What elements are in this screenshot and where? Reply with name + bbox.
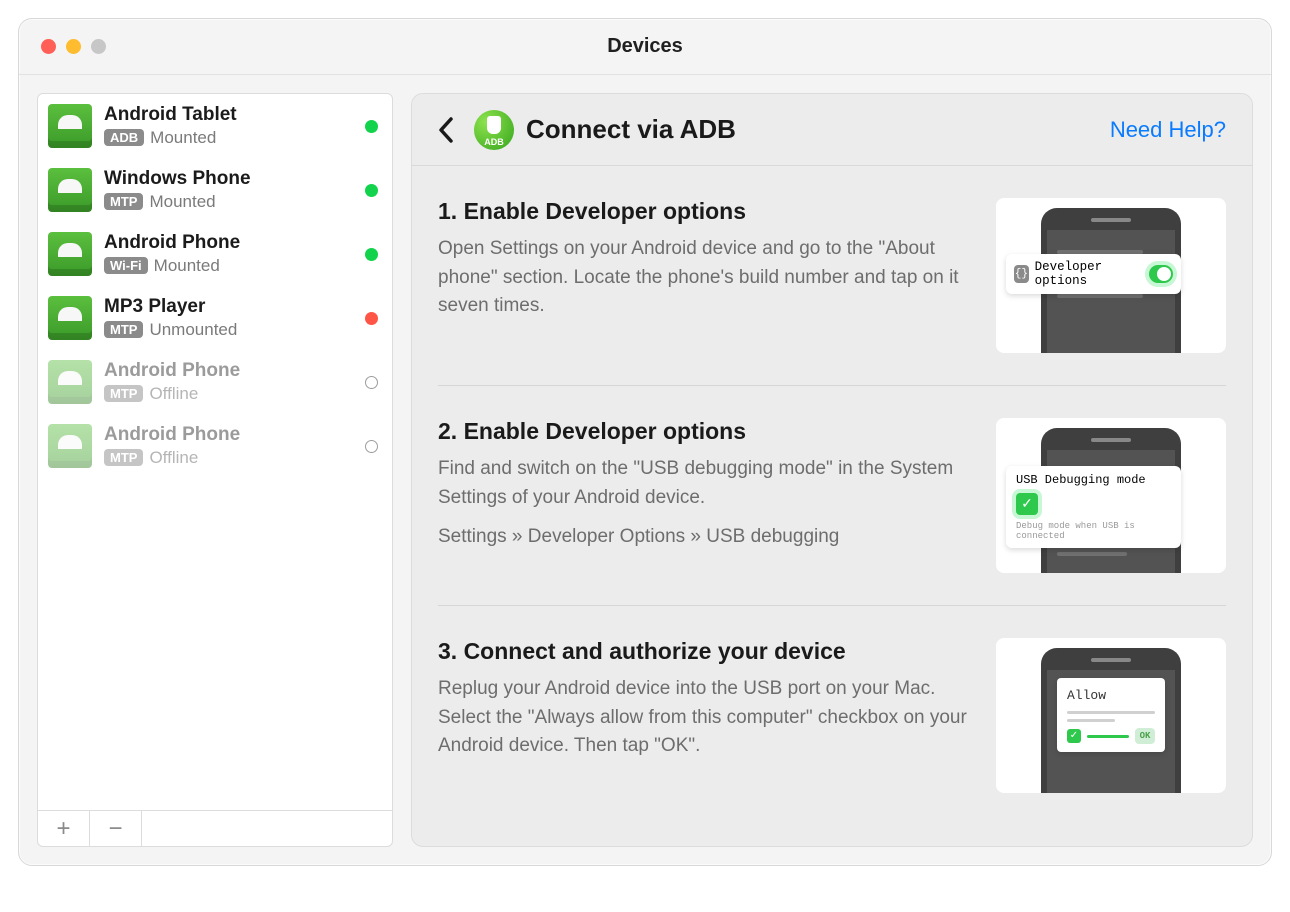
checkbox-icon: ✓ — [1067, 729, 1081, 743]
device-status: Unmounted — [149, 320, 237, 340]
device-list: Android TabletADBMountedWindows PhoneMTP… — [38, 94, 392, 810]
device-status: Offline — [149, 384, 198, 404]
chip-label: Developer options — [1035, 260, 1139, 288]
status-dot-icon — [365, 184, 378, 197]
content: Android TabletADBMountedWindows PhoneMTP… — [19, 75, 1271, 865]
step-text: 3. Connect and authorize your device Repl… — [438, 638, 968, 793]
device-icon — [48, 360, 92, 404]
device-item[interactable]: Android Phone Wi-Fi Mounted — [38, 222, 392, 286]
device-status: Mounted — [149, 192, 215, 212]
device-status: Mounted — [150, 128, 216, 148]
device-meta: MTP Unmounted — [104, 320, 353, 340]
main-header: ADB Connect via ADB Need Help? — [412, 94, 1252, 166]
illustration-phone: Allow ✓ OK — [1041, 648, 1181, 793]
device-meta: MTP Mounted — [104, 192, 353, 212]
step-body: Open Settings on your Android device and… — [438, 235, 968, 321]
step-row: 2. Enable Developer options Find and swit… — [438, 385, 1226, 605]
step-body: Replug your Android device into the USB … — [438, 675, 968, 761]
protocol-badge: ADB — [104, 129, 144, 146]
step-path: Settings » Developer Options » USB debug… — [438, 526, 968, 548]
device-icon — [48, 424, 92, 468]
device-status: Mounted — [154, 256, 220, 276]
device-info: Android Phone MTP Offline — [104, 424, 353, 468]
illustration-chip: USB Debugging mode ✓ Debug mode when USB i… — [1006, 466, 1181, 548]
status-dot-icon — [365, 248, 378, 261]
device-name: Android Tablet — [104, 104, 353, 126]
device-meta: MTP Offline — [104, 448, 353, 468]
step-title: 3. Connect and authorize your device — [438, 638, 968, 665]
sidebar-footer: + − — [38, 810, 392, 846]
device-item[interactable]: Android Phone MTP Offline — [38, 414, 392, 478]
device-icon — [48, 296, 92, 340]
step-illustration: AllowUSB Debugging mode✓Debug mode when … — [996, 418, 1226, 573]
step-body: Find and switch on the "USB debugging mo… — [438, 455, 968, 512]
add-device-button[interactable]: + — [38, 811, 90, 846]
device-info: Android Phone Wi-Fi Mounted — [104, 232, 353, 276]
protocol-badge: MTP — [104, 385, 143, 402]
device-item[interactable]: MP3 Player MTP Unmounted — [38, 286, 392, 350]
illustration-allow-card: Allow ✓ OK — [1057, 678, 1165, 752]
step-row: 1. Enable Developer options Open Settings… — [438, 166, 1226, 385]
illustration-phone: AllowUSB Debugging mode✓Debug mode when … — [1041, 428, 1181, 573]
illustration-chip: {} Developer options — [1006, 254, 1181, 294]
step-illustration: Allow ✓ OK — [996, 638, 1226, 793]
status-dot-icon — [365, 120, 378, 133]
window-title: Devices — [19, 35, 1271, 58]
device-info: Android Tablet ADB Mounted — [104, 104, 353, 148]
protocol-badge: MTP — [104, 321, 143, 338]
chevron-left-icon — [438, 117, 454, 143]
status-dot-icon — [365, 440, 378, 453]
adb-icon: ADB — [474, 110, 514, 150]
code-icon: {} — [1014, 265, 1029, 283]
main-title: Connect via ADB — [526, 114, 1110, 145]
step-text: 1. Enable Developer options Open Settings… — [438, 198, 968, 353]
device-info: Android Phone MTP Offline — [104, 360, 353, 404]
device-item[interactable]: Android Phone MTP Offline — [38, 350, 392, 414]
step-row: 3. Connect and authorize your device Repl… — [438, 605, 1226, 825]
device-meta: ADB Mounted — [104, 128, 353, 148]
need-help-link[interactable]: Need Help? — [1110, 117, 1226, 143]
device-name: Android Phone — [104, 424, 353, 446]
step-illustration: {} Developer options — [996, 198, 1226, 353]
device-name: Windows Phone — [104, 168, 353, 190]
chip-label: USB Debugging mode — [1016, 473, 1146, 487]
check-icon: ✓ — [1016, 493, 1038, 515]
steps-container: 1. Enable Developer options Open Settings… — [412, 166, 1252, 846]
chip-sublabel: Debug mode when USB is connected — [1016, 521, 1171, 541]
allow-title: Allow — [1067, 688, 1155, 703]
protocol-badge: MTP — [104, 193, 143, 210]
device-icon — [48, 104, 92, 148]
device-item[interactable]: Android Tablet ADB Mounted — [38, 94, 392, 158]
step-title: 1. Enable Developer options — [438, 198, 968, 225]
device-item[interactable]: Windows Phone MTP Mounted — [38, 158, 392, 222]
protocol-badge: Wi-Fi — [104, 257, 148, 274]
illustration-phone: {}Developer options — [1041, 208, 1181, 353]
status-dot-icon — [365, 312, 378, 325]
device-info: MP3 Player MTP Unmounted — [104, 296, 353, 340]
ok-button-icon: OK — [1135, 728, 1155, 744]
remove-device-button[interactable]: − — [90, 811, 142, 846]
device-meta: MTP Offline — [104, 384, 353, 404]
main-panel: ADB Connect via ADB Need Help? 1. Enable… — [411, 93, 1253, 847]
device-name: Android Phone — [104, 360, 353, 382]
device-meta: Wi-Fi Mounted — [104, 256, 353, 276]
sidebar: Android TabletADBMountedWindows PhoneMTP… — [37, 93, 393, 847]
device-name: Android Phone — [104, 232, 353, 254]
status-dot-icon — [365, 376, 378, 389]
device-info: Windows Phone MTP Mounted — [104, 168, 353, 212]
step-title: 2. Enable Developer options — [438, 418, 968, 445]
titlebar: Devices — [19, 19, 1271, 75]
protocol-badge: MTP — [104, 449, 143, 466]
back-button[interactable] — [430, 110, 462, 150]
device-icon — [48, 232, 92, 276]
toggle-on-icon — [1149, 265, 1173, 283]
app-window: Devices Android TabletADBMountedWindows … — [18, 18, 1272, 866]
step-text: 2. Enable Developer options Find and swit… — [438, 418, 968, 573]
device-icon — [48, 168, 92, 212]
device-status: Offline — [149, 448, 198, 468]
device-name: MP3 Player — [104, 296, 353, 318]
